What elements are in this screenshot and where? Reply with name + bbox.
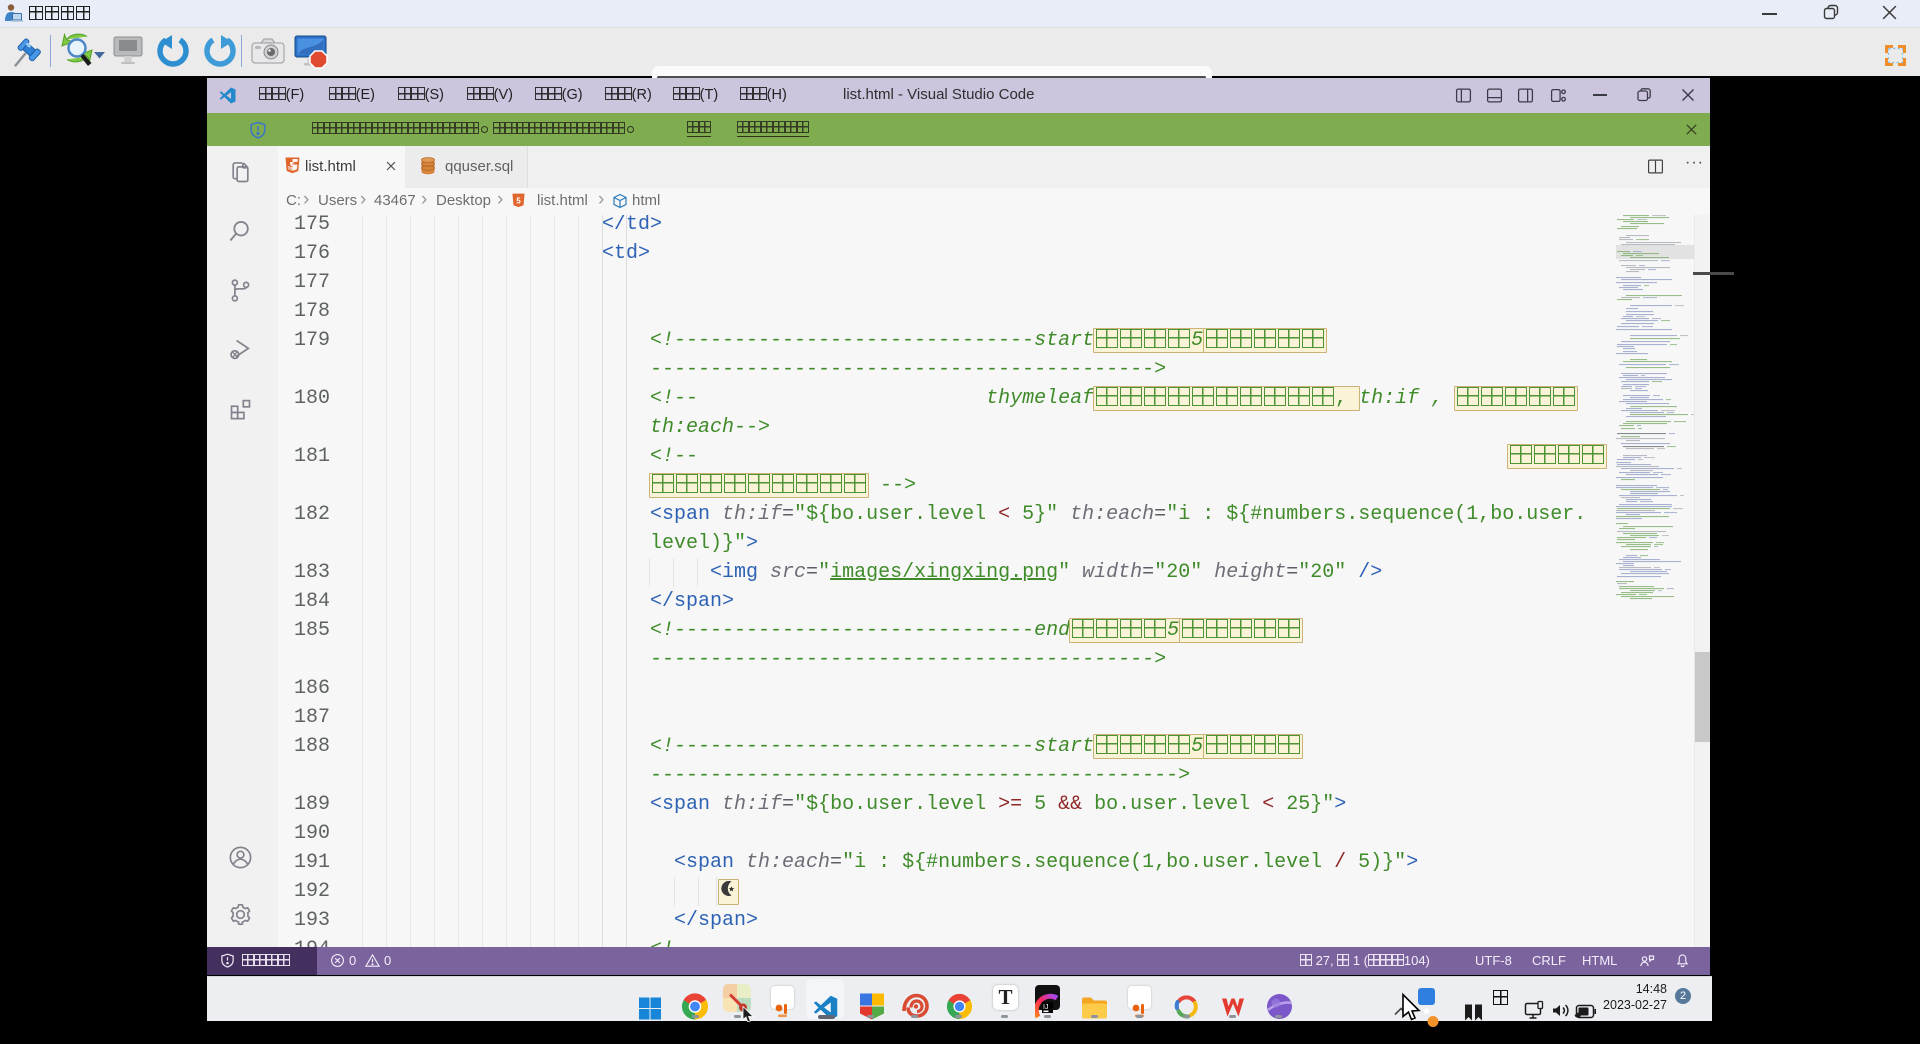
svg-text:5: 5 <box>290 162 295 171</box>
svg-text:IJ: IJ <box>1043 1004 1048 1011</box>
svg-text:5: 5 <box>516 197 521 206</box>
